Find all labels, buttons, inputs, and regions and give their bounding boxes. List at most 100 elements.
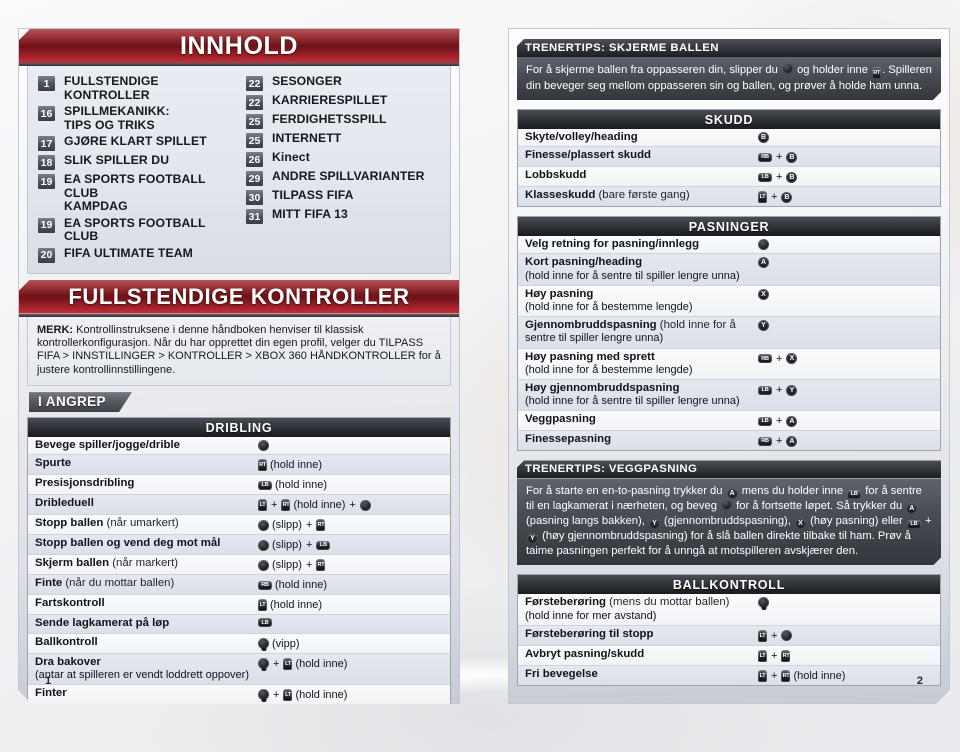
control-binding: LB + B [758, 169, 933, 184]
control-action-label: Velg retning for pasning/innlegg [525, 238, 700, 251]
right-stick-icon [758, 597, 769, 608]
combo-text: (hold inne) [270, 459, 322, 472]
control-binding: B [758, 131, 933, 143]
combo-plus: + [771, 629, 778, 642]
left-stick-icon [258, 520, 269, 531]
toc-item[interactable]: 29 ANDRE SPILLVARIANTER [246, 170, 440, 186]
section-tab-i-angrep: I ANGREP [29, 392, 132, 412]
tip-veggpasning-header: TRENERTIPS: VEGGPASNING [517, 460, 941, 478]
toc-item[interactable]: 18 SLIK SPILLER DU [38, 154, 232, 170]
control-row: Stopp ballen og vend deg mot mål (slipp) +… [28, 535, 450, 555]
toc-item[interactable]: 25 FERDIGHETSSPILL [246, 113, 440, 129]
control-row: Finessepasning RB + A [518, 431, 940, 450]
toc-item-label: ANDRE SPILLVARIANTER [272, 169, 425, 183]
combo-plus: + [776, 435, 783, 448]
toc-item[interactable]: 1 FULLSTENDIGE KONTROLLER [38, 75, 232, 102]
toc-item[interactable]: 25 INTERNETT [246, 132, 440, 148]
control-row: Gjennombruddspasning (hold inne for å sen… [518, 317, 940, 348]
control-action-label: Førsteberøring til stopp [525, 627, 654, 640]
tip-veggpasning: TRENERTIPS: VEGGPASNING For å starte en … [517, 460, 941, 565]
toc-item[interactable]: 20 FIFA ULTIMATE TEAM [38, 247, 232, 263]
control-binding: LT + B [758, 189, 933, 204]
control-row: Høy gjennombruddspasning (hold inne for å… [518, 380, 940, 411]
toc-item[interactable]: 17 GJØRE KLART SPILLET [38, 135, 232, 151]
page-number-left: 1 [45, 675, 52, 687]
tip-skjerme-body: For å skjerme ballen fra oppasseren din,… [517, 57, 941, 100]
rt-trigger-icon: RT [281, 499, 290, 511]
table-skudd-body: Skyte/volley/heading B Finesse/plassert sk… [518, 129, 940, 206]
control-binding: RB + A [758, 433, 933, 448]
control-action-label: Førsteberøring (mens du mottar ballen) (h… [525, 596, 730, 622]
control-binding: LT + RT (hold inne) + [258, 497, 443, 512]
right-stick-icon [258, 638, 269, 649]
control-binding: LT + RT [758, 648, 933, 663]
tip-skjerme-header: TRENERTIPS: SKJERME BALLEN [517, 39, 941, 57]
combo-plus: + [776, 171, 783, 184]
combo-text: (hold inne) [270, 599, 322, 612]
table-ballkontroll: BALLKONTROLL Førsteberøring (mens du mot… [517, 574, 941, 685]
control-binding: (vipp) [258, 636, 443, 651]
controls-banner-title: FULLSTENDIGE KONTROLLER [68, 283, 410, 309]
toc-item[interactable]: 30 TILPASS FIFA [246, 189, 440, 205]
button-b-icon: B [786, 152, 797, 163]
button-x-icon: X [786, 353, 797, 364]
control-action-label: Skyte/volley/heading [525, 131, 638, 143]
control-row: Skjerm ballen (når markert) (slipp) + RT [28, 555, 450, 575]
toc-page-number: 22 [246, 76, 263, 91]
control-action-label: Gjennombruddspasning (hold inne for å sen… [525, 319, 736, 345]
control-binding: LT (hold inne) [258, 597, 443, 612]
button-x-icon: X [758, 289, 769, 300]
control-binding: LB (hold inne) [258, 477, 443, 492]
table-pasninger-header: PASNINGER [518, 217, 940, 236]
button-y-icon: Y [527, 533, 538, 544]
lb-bumper-icon: LB [758, 173, 772, 182]
control-action-label: Veggpasning [525, 413, 596, 426]
toc-item-label: MITT FIFA 13 [272, 207, 348, 221]
button-a-icon: A [786, 416, 797, 427]
combo-text: (hold inne) [295, 657, 348, 670]
control-binding: LB + A [758, 413, 933, 428]
control-action-label: Stopp ballen (når umarkert) [35, 517, 179, 530]
toc-item-label: KARRIERESPILLET [272, 93, 388, 107]
tip-skjerme-ballen: TRENERTIPS: SKJERME BALLEN For å skjerme… [517, 39, 941, 100]
toc-item[interactable]: 19 EA SPORTS FOOTBALL CLUB [38, 217, 232, 244]
lb-bumper-icon: LB [316, 541, 330, 550]
combo-plus: + [776, 384, 783, 397]
control-row: Lobbskudd LB + B [518, 167, 940, 187]
control-action-label: Dribleduell [35, 497, 94, 510]
control-binding [758, 238, 933, 250]
control-row: Høy pasning med sprett (hold inne for å b… [518, 349, 940, 380]
lb-bumper-icon: LB [258, 618, 272, 627]
control-action-label: Ballkontroll [35, 635, 98, 648]
toc-item[interactable]: 22 KARRIERESPILLET [246, 94, 440, 110]
contents-banner-title: INNHOLD [179, 31, 299, 60]
manual-page-left: INNHOLD 1 FULLSTENDIGE KONTROLLER 16 SPILLM… [18, 28, 460, 704]
toc-item[interactable]: 19 EA SPORTS FOOTBALL CLUB KAMPDAG [38, 173, 232, 214]
combo-text: (hold inne) [793, 669, 846, 682]
button-b-icon: B [758, 132, 769, 143]
toc-page-number: 1 [38, 76, 55, 91]
button-a-icon: A [906, 503, 917, 514]
button-a-icon: A [727, 488, 738, 499]
toc-item[interactable]: 26 Kinect [246, 151, 440, 167]
control-row: Fartskontroll LT (hold inne) [28, 595, 450, 615]
toc-item[interactable]: 31 MITT FIFA 13 [246, 208, 440, 224]
combo-plus: + [771, 649, 778, 662]
toc-item[interactable]: 16 SPILLMEKANIKK: TIPS OG TRIKS [38, 105, 232, 132]
combo-plus: + [771, 191, 778, 204]
toc-page-number: 31 [246, 209, 263, 224]
control-action-label: Høy pasning (hold inne for å bestemme len… [525, 287, 693, 314]
toc-item-label: EA SPORTS FOOTBALL CLUB KAMPDAG [64, 172, 206, 213]
table-pasninger: PASNINGER Velg retning for pasning/innle… [517, 216, 941, 451]
control-action-label: Stopp ballen og vend deg mot mål [35, 537, 221, 550]
combo-text: (slipp) [272, 519, 302, 532]
combo-text: (hold inne) [275, 479, 327, 492]
lb-bumper-icon: LB [758, 386, 772, 395]
table-of-contents: 1 FULLSTENDIGE KONTROLLER 16 SPILLMEKANIKK:… [27, 66, 451, 274]
toc-item[interactable]: 22 SESONGER [246, 75, 440, 91]
combo-plus: + [273, 657, 280, 670]
control-action-label: Skjerm ballen (når markert) [35, 557, 179, 570]
toc-item-label: SPILLMEKANIKK: TIPS OG TRIKS [64, 104, 170, 132]
control-binding: (slipp) + LB [258, 537, 443, 552]
rb-bumper-icon: RB [758, 437, 772, 446]
